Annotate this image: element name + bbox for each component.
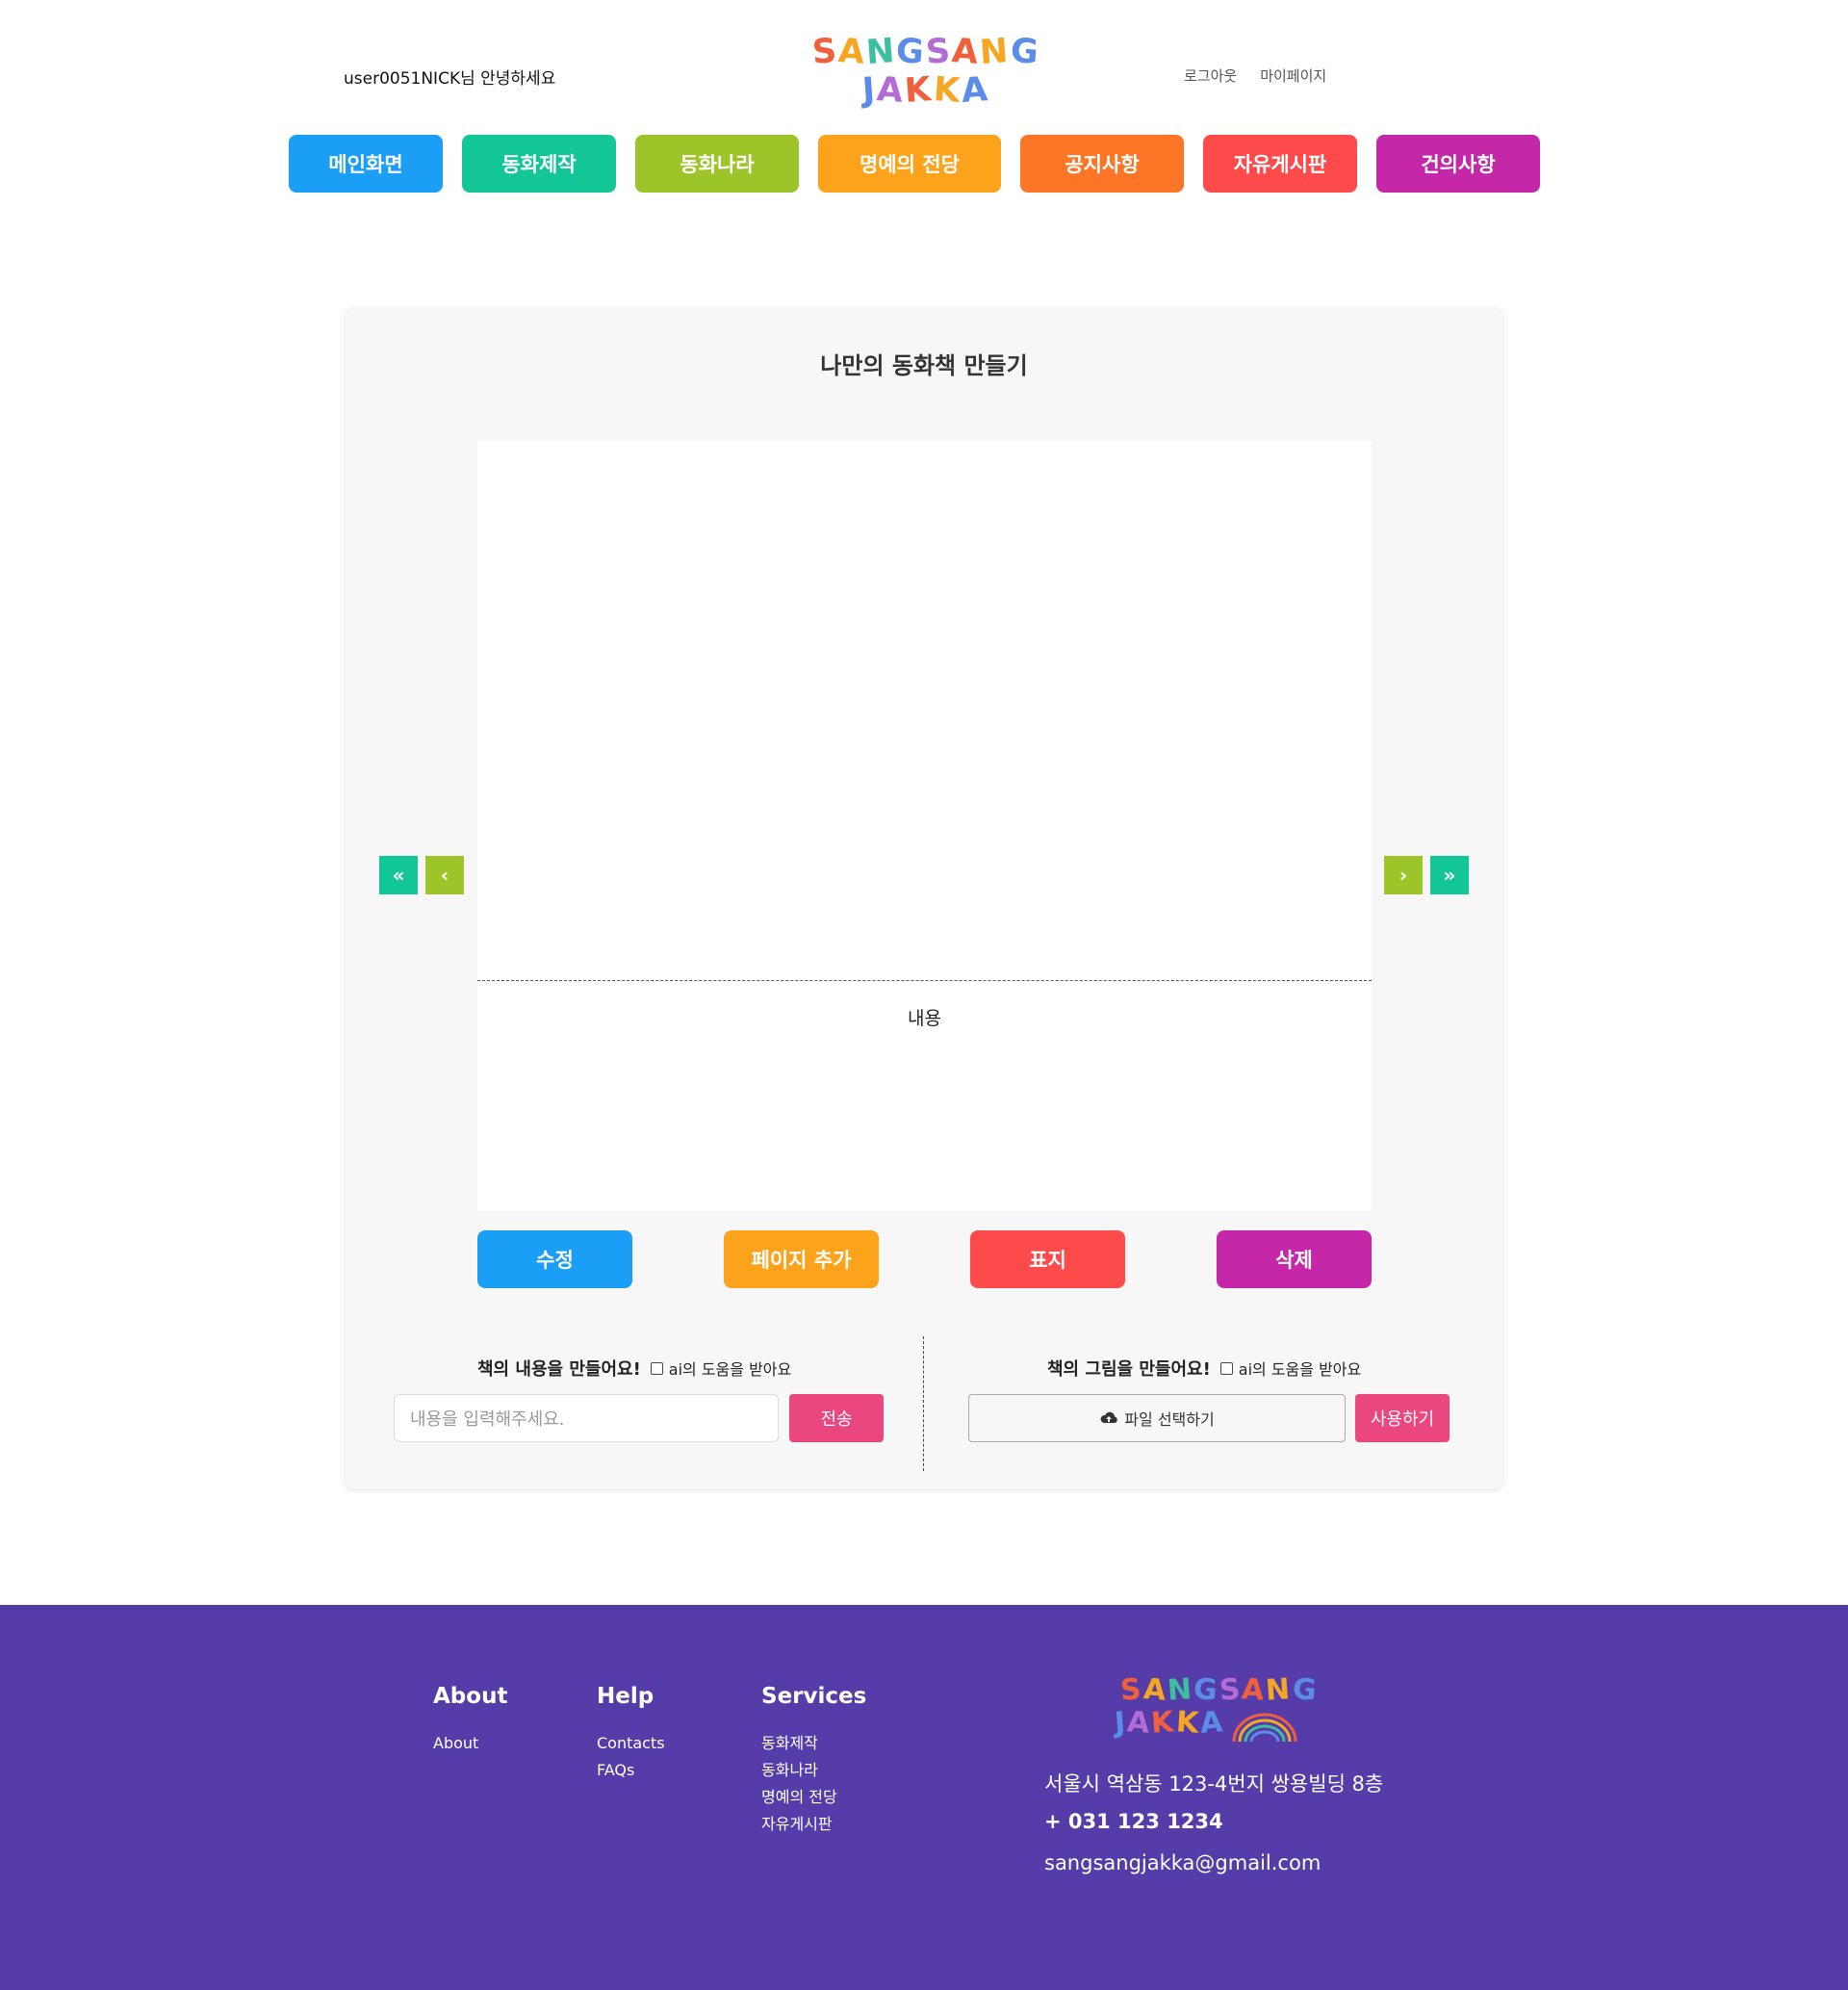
image-ai-label: ai의 도움을 받아요 xyxy=(1238,1360,1362,1379)
section-divider xyxy=(923,1336,924,1471)
mypage-link[interactable]: 마이페이지 xyxy=(1260,65,1326,86)
book-page: 내용 xyxy=(477,441,1372,1211)
logo-letter: N xyxy=(1166,1672,1195,1708)
nav-story-land[interactable]: 동화나라 xyxy=(635,135,799,193)
logo-letter: A xyxy=(950,32,982,72)
footer-logo-line-1: SANGSANG xyxy=(1115,1672,1320,1708)
rainbow-icon xyxy=(1232,1713,1297,1743)
logo-letter: S xyxy=(924,32,954,72)
footer-help-title: Help xyxy=(597,1684,654,1709)
nav-free-board[interactable]: 자유게시판 xyxy=(1203,135,1357,193)
logo-letter: A xyxy=(960,70,991,111)
logo-letter: N xyxy=(1265,1672,1294,1708)
logout-link[interactable]: 로그아웃 xyxy=(1184,65,1237,86)
prev-page-button[interactable]: ‹ xyxy=(425,856,464,894)
editor-card: 나만의 동화책 만들기 « ‹ › » 내용 수정 페이지 추가 표지 삭제 책… xyxy=(346,308,1502,1489)
logo-letter: K xyxy=(932,70,963,111)
logo-line-1: SANGSANG xyxy=(810,31,1040,73)
content-input[interactable]: 내용을 입력해주세요. xyxy=(394,1394,779,1442)
nav-hall-of-fame[interactable]: 명예의 전당 xyxy=(818,135,1001,193)
first-page-button[interactable]: « xyxy=(379,856,418,894)
footer-logo: SANGSANG JAKKA xyxy=(1114,1672,1320,1743)
logo-letter: S xyxy=(1118,1672,1144,1708)
logo-letter: A xyxy=(1198,1705,1226,1741)
logo-letter: S xyxy=(1218,1672,1244,1708)
logo-letter: N xyxy=(864,31,898,73)
logo-letter: A xyxy=(836,32,868,72)
footer-email[interactable]: sangsangjakka@gmail.com xyxy=(1044,1851,1321,1874)
text-ai-label: ai의 도움을 받아요 xyxy=(668,1360,792,1379)
page-title: 나만의 동화책 만들기 xyxy=(820,352,1028,379)
nav-main[interactable]: 메인화면 xyxy=(289,135,443,193)
footer: About About Help Contacts FAQs Services … xyxy=(0,1605,1848,1990)
nav-suggestions[interactable]: 건의사항 xyxy=(1376,135,1540,193)
footer-about-title: About xyxy=(433,1684,508,1709)
footer-link-about[interactable]: About xyxy=(433,1730,507,1757)
edit-button[interactable]: 수정 xyxy=(477,1230,632,1288)
footer-link-hall-of-fame[interactable]: 명예의 전당 xyxy=(761,1784,866,1811)
text-section-header: 책의 내용을 만들어요! ai의 도움을 받아요 xyxy=(477,1356,791,1381)
text-ai-checkbox[interactable] xyxy=(650,1361,663,1375)
logo-letter: A xyxy=(1126,1705,1153,1741)
footer-link-story-land[interactable]: 동화나라 xyxy=(761,1757,866,1784)
page-image-area xyxy=(477,441,1372,981)
use-button[interactable]: 사용하기 xyxy=(1355,1394,1450,1442)
logo-letter: G xyxy=(1192,1672,1220,1708)
logo-line-2: JAKKA xyxy=(830,70,1022,111)
account-links: 로그아웃 마이페이지 xyxy=(1184,65,1326,86)
footer-services-column: Services 동화제작 동화나라 명예의 전당 자유게시판 xyxy=(761,1684,866,1838)
footer-services-title: Services xyxy=(761,1684,867,1709)
logo-letter: K xyxy=(1174,1705,1202,1741)
last-page-button[interactable]: » xyxy=(1430,856,1469,894)
send-button[interactable]: 전송 xyxy=(789,1394,884,1442)
nav-create-story[interactable]: 동화제작 xyxy=(462,135,616,193)
delete-button[interactable]: 삭제 xyxy=(1217,1230,1372,1288)
image-section-header: 책의 그림을 만들어요! ai의 도움을 받아요 xyxy=(1047,1356,1361,1381)
logo-letter: G xyxy=(1009,31,1041,73)
cloud-upload-icon xyxy=(1100,1411,1118,1423)
logo-letter: K xyxy=(1150,1705,1177,1741)
page-content-text: 내용 xyxy=(908,1008,941,1029)
greeting-text: user0051NICK님 안녕하세요 xyxy=(344,69,556,89)
next-page-button[interactable]: › xyxy=(1384,856,1423,894)
footer-link-faqs[interactable]: FAQs xyxy=(597,1757,665,1784)
text-section-label: 책의 내용을 만들어요! xyxy=(477,1359,641,1380)
footer-help-column: Help Contacts FAQs xyxy=(597,1684,665,1784)
logo-letter: G xyxy=(1291,1672,1320,1708)
nav-notice[interactable]: 공지사항 xyxy=(1020,135,1184,193)
footer-link-contacts[interactable]: Contacts xyxy=(597,1730,665,1757)
footer-address: 서울시 역삼동 123-4번지 쌍용빌딩 8층 xyxy=(1044,1772,1384,1796)
footer-phone: + 031 123 1234 xyxy=(1044,1810,1223,1833)
cover-button[interactable]: 표지 xyxy=(970,1230,1125,1288)
logo-letter: N xyxy=(978,31,1012,73)
footer-link-create-story[interactable]: 동화제작 xyxy=(761,1730,866,1757)
file-select-label: 파일 선택하기 xyxy=(1124,1410,1215,1429)
logo-letter: K xyxy=(904,70,935,111)
logo-letter: G xyxy=(894,31,928,73)
file-select-button[interactable]: 파일 선택하기 xyxy=(968,1394,1346,1442)
footer-about-column: About About xyxy=(433,1684,507,1757)
site-logo[interactable]: SANGSANG JAKKA xyxy=(810,31,1040,116)
logo-letter: A xyxy=(875,70,907,111)
image-ai-checkbox[interactable] xyxy=(1219,1361,1233,1375)
footer-link-free-board[interactable]: 자유게시판 xyxy=(761,1811,866,1838)
add-page-button[interactable]: 페이지 추가 xyxy=(724,1230,879,1288)
logo-letter: A xyxy=(1142,1672,1169,1708)
logo-letter: A xyxy=(1241,1672,1268,1708)
logo-letter: S xyxy=(810,32,840,72)
image-section-label: 책의 그림을 만들어요! xyxy=(1047,1359,1211,1380)
